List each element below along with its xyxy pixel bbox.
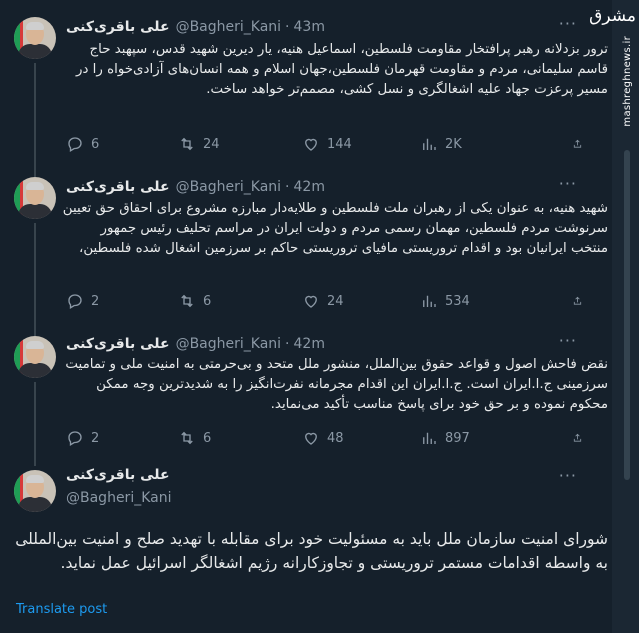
more-icon[interactable]: ···	[559, 466, 577, 485]
tweet-actions: 6 24 144 2K	[66, 135, 596, 155]
tweet-text: ترور بزدلانه رهبر پرافتخار مقاومت فلسطین…	[76, 42, 608, 97]
views-count: 2K	[445, 136, 462, 152]
watermark-url: mashreghnews.ir	[622, 36, 633, 127]
tweet-header: علی باقری‌کنی @Bagheri_Kani · 42m	[66, 334, 325, 354]
timestamp[interactable]: 43m	[294, 19, 325, 35]
tweet-text: شورای امنیت سازمان ملل باید به مسئولیت خ…	[15, 530, 608, 572]
timestamp[interactable]: 42m	[294, 179, 325, 195]
like-count: 24	[327, 293, 344, 309]
author-handle[interactable]: @Bagheri_Kani	[176, 19, 281, 35]
tweet-actions: 2 6 48 897	[66, 429, 596, 449]
like-button[interactable]: 144	[302, 135, 352, 153]
views-icon	[423, 432, 436, 444]
tweet-2[interactable]: علی باقری‌کنی @Bagheri_Kani · 42m ··· شه…	[0, 163, 612, 322]
reply-icon	[68, 137, 82, 152]
reply-button[interactable]: 2	[66, 292, 99, 310]
tweet-3[interactable]: علی باقری‌کنی @Bagheri_Kani · 42m ··· نق…	[0, 322, 612, 458]
thread-line	[34, 322, 36, 336]
tweet-text: شهید هنیه، به عنوان یکی از رهبران ملت فل…	[62, 201, 608, 256]
author-handle[interactable]: @Bagheri_Kani	[176, 179, 281, 195]
avatar[interactable]	[14, 177, 56, 219]
author-handle[interactable]: @Bagheri_Kani	[66, 490, 171, 506]
reply-button[interactable]: 6	[66, 135, 99, 153]
like-button[interactable]: 24	[302, 292, 344, 310]
tweet-header: علی باقری‌کنی @Bagheri_Kani · 43m	[66, 17, 325, 37]
author-name[interactable]: علی باقری‌کنی	[66, 467, 170, 483]
retweet-icon	[181, 294, 193, 308]
separator-dot: ·	[285, 19, 290, 35]
watermark: مشرق mashreghnews.ir	[589, 0, 639, 150]
views-icon	[423, 138, 436, 150]
watermark-logo: مشرق	[589, 6, 636, 26]
like-icon	[305, 432, 317, 445]
reply-button[interactable]: 2	[66, 429, 99, 447]
thread-line	[34, 63, 36, 163]
like-count: 144	[327, 136, 352, 152]
author-handle[interactable]: @Bagheri_Kani	[176, 336, 281, 352]
author-name[interactable]: علی باقری‌کنی	[66, 179, 170, 195]
views-button[interactable]: 897	[420, 429, 470, 447]
views-count: 534	[445, 293, 470, 309]
thread-line	[34, 382, 36, 458]
like-icon	[305, 295, 317, 308]
share-icon	[573, 139, 582, 148]
translate-post-link[interactable]: Translate post	[16, 602, 107, 617]
tweet-text: نقض فاحش اصول و قواعد حقوق بین‌الملل، من…	[65, 357, 608, 412]
views-count: 897	[445, 430, 470, 446]
share-icon	[573, 296, 582, 305]
like-button[interactable]: 48	[302, 429, 344, 447]
more-icon[interactable]: ···	[559, 331, 577, 350]
reply-icon	[68, 431, 82, 446]
avatar[interactable]	[14, 336, 56, 378]
timeline-feed: علی باقری‌کنی @Bagheri_Kani · 43m ··· تر…	[0, 0, 612, 633]
views-button[interactable]: 534	[420, 292, 470, 310]
separator-dot: ·	[285, 179, 290, 195]
tweet-actions: 2 6 24 534	[66, 292, 596, 312]
retweet-count: 24	[203, 136, 220, 152]
separator-dot: ·	[285, 336, 290, 352]
avatar[interactable]	[14, 470, 56, 512]
more-icon[interactable]: ···	[559, 174, 577, 193]
retweet-button[interactable]: 6	[178, 429, 211, 447]
timestamp[interactable]: 42m	[294, 336, 325, 352]
reply-count: 6	[91, 136, 100, 152]
views-button[interactable]: 2K	[420, 135, 462, 153]
retweet-count: 6	[203, 293, 212, 309]
thread-line	[34, 163, 36, 177]
thread-line	[34, 458, 36, 466]
views-icon	[423, 295, 436, 307]
share-icon	[573, 433, 582, 442]
like-icon	[305, 138, 317, 151]
retweet-button[interactable]: 24	[178, 135, 220, 153]
tweet-header: علی باقری‌کنی @Bagheri_Kani · 42m	[66, 177, 325, 197]
retweet-icon	[181, 137, 193, 151]
reply-icon	[68, 294, 82, 309]
retweet-count: 6	[203, 430, 212, 446]
share-button[interactable]	[572, 429, 590, 447]
avatar[interactable]	[14, 17, 56, 59]
thread-line	[34, 223, 36, 322]
author-name[interactable]: علی باقری‌کنی	[66, 19, 170, 35]
retweet-icon	[181, 431, 193, 445]
scrollbar-thumb[interactable]	[624, 150, 630, 480]
share-button[interactable]	[572, 292, 590, 310]
tweet-1[interactable]: علی باقری‌کنی @Bagheri_Kani · 43m ··· تر…	[0, 0, 612, 163]
retweet-button[interactable]: 6	[178, 292, 211, 310]
author-name[interactable]: علی باقری‌کنی	[66, 336, 170, 352]
reply-count: 2	[91, 293, 100, 309]
more-icon[interactable]: ···	[559, 14, 577, 33]
share-button[interactable]	[572, 135, 590, 153]
like-count: 48	[327, 430, 344, 446]
reply-count: 2	[91, 430, 100, 446]
